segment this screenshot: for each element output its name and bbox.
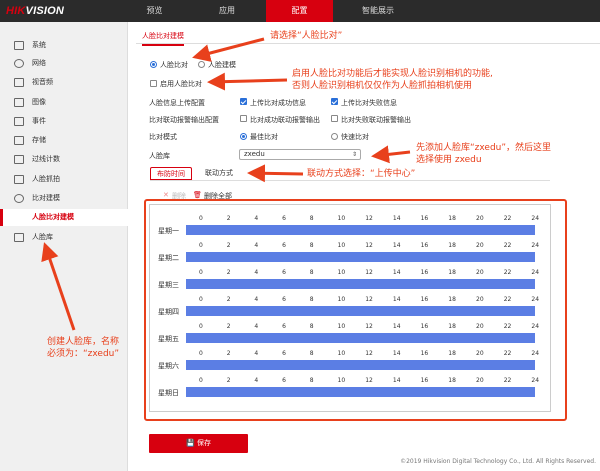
annotation-schedule-box	[144, 199, 567, 421]
checkbox-upload-fail[interactable]	[331, 98, 338, 105]
sidebar-item-image[interactable]: 图像	[0, 94, 128, 111]
face-icon	[14, 175, 24, 184]
save-icon: 💾	[186, 439, 197, 447]
bar-chart-icon	[14, 155, 24, 164]
sidebar-item-line-count[interactable]: 过线计数	[0, 151, 128, 168]
checkbox-linkage-success[interactable]	[240, 115, 247, 122]
delete-icon: ✕	[163, 191, 169, 199]
calendar-icon	[14, 117, 24, 126]
sidebar-item-system[interactable]: 系统	[0, 37, 128, 54]
face-library-label: 人脸库	[149, 152, 170, 160]
tab-face-compare-model[interactable]: 人脸比对建模	[142, 31, 184, 46]
image-icon	[14, 98, 24, 107]
tab-linkage-method[interactable]: 联动方式	[199, 167, 239, 180]
radio-face-model[interactable]	[198, 61, 205, 68]
top-nav-bar: HIKVISION 预览 应用 配置 智能展示	[0, 0, 600, 22]
select-arrows-icon: ⇕	[351, 151, 357, 158]
tab-header: 人脸比对建模	[136, 28, 600, 46]
face-library-value: zxedu	[244, 150, 265, 158]
sidebar-item-compare-model[interactable]: 比对建模	[0, 190, 128, 207]
radio-face-compare-label: 人脸比对	[160, 61, 188, 69]
globe-icon	[14, 59, 24, 68]
sidebar-item-network[interactable]: 网络	[0, 55, 128, 72]
storage-icon	[14, 136, 24, 145]
upload-config-label: 人脸信息上传配置	[149, 99, 205, 107]
sidebar-item-video-audio[interactable]: 视音频	[0, 74, 128, 91]
radio-face-compare[interactable]	[150, 61, 157, 68]
upload-fail-label: 上传比对失败信息	[341, 99, 397, 107]
sidebar-item-face-library[interactable]: 人脸库	[0, 229, 128, 246]
sidebar-item-face-capture[interactable]: 人脸抓拍	[0, 171, 128, 188]
note-linkage: 联动方式选择：“上传中心”	[307, 169, 416, 179]
upload-success-label: 上传比对成功信息	[250, 99, 306, 107]
note-select-face-compare: 请选择“人脸比对”	[270, 31, 343, 41]
note-enable-line2: 否则人脸识别相机仅仅作为人脸抓拍相机使用	[292, 81, 473, 91]
note-library-line1: 先添加人脸库“zxedu”，然后这里	[416, 143, 552, 153]
note-enable-line1: 启用人脸比对功能后才能实现人脸识别相机的功能,	[292, 69, 493, 79]
subtab-divider	[150, 180, 550, 181]
tab-arming-schedule[interactable]: 布防时间	[150, 167, 192, 180]
nav-application[interactable]: 应用	[197, 0, 257, 22]
face-library-select[interactable]: zxedu ⇕	[239, 149, 361, 160]
nav-preview[interactable]: 预览	[127, 0, 182, 22]
save-button[interactable]: 💾 保存	[149, 434, 248, 453]
monitor-icon	[14, 41, 24, 50]
radio-face-model-label: 人脸建模	[208, 61, 236, 69]
sidebar-item-event[interactable]: 事件	[0, 113, 128, 130]
sidebar-item-storage[interactable]: 存储	[0, 132, 128, 149]
face-library-icon	[14, 233, 24, 242]
linkage-config-label: 比对联动报警输出配置	[149, 116, 219, 124]
linkage-fail-label: 比对失败联动报警输出	[341, 116, 411, 124]
nav-smart-display[interactable]: 智能展示	[338, 0, 418, 22]
fast-compare-label: 快速比对	[341, 133, 369, 141]
radio-best-compare[interactable]	[240, 133, 247, 140]
best-compare-label: 最佳比对	[250, 133, 278, 141]
note-create-library-line1: 创建人脸库，名称	[47, 337, 120, 347]
checkbox-linkage-fail[interactable]	[331, 115, 338, 122]
enable-compare-label: 启用人脸比对	[160, 80, 202, 88]
sidebar-item-face-compare-model[interactable]: 人脸比对建模	[0, 209, 128, 226]
hikvision-logo: HIKVISION	[6, 5, 65, 17]
linkage-success-label: 比对成功联动报警输出	[250, 116, 320, 124]
nav-config[interactable]: 配置	[266, 0, 333, 22]
note-create-library-line2: 必须为：“zxedu”	[47, 349, 120, 359]
compare-mode-label: 比对模式	[149, 133, 177, 141]
checkbox-upload-success[interactable]	[240, 98, 247, 105]
trash-icon: 🗑	[193, 191, 202, 199]
note-library-line2: 选择使用 zxedu	[416, 155, 482, 165]
compare-icon	[14, 194, 24, 203]
video-icon	[14, 78, 24, 87]
checkbox-enable-compare[interactable]	[150, 80, 157, 87]
copyright-footer: ©2019 Hikvision Digital Technology Co., …	[400, 458, 596, 465]
radio-fast-compare[interactable]	[331, 133, 338, 140]
